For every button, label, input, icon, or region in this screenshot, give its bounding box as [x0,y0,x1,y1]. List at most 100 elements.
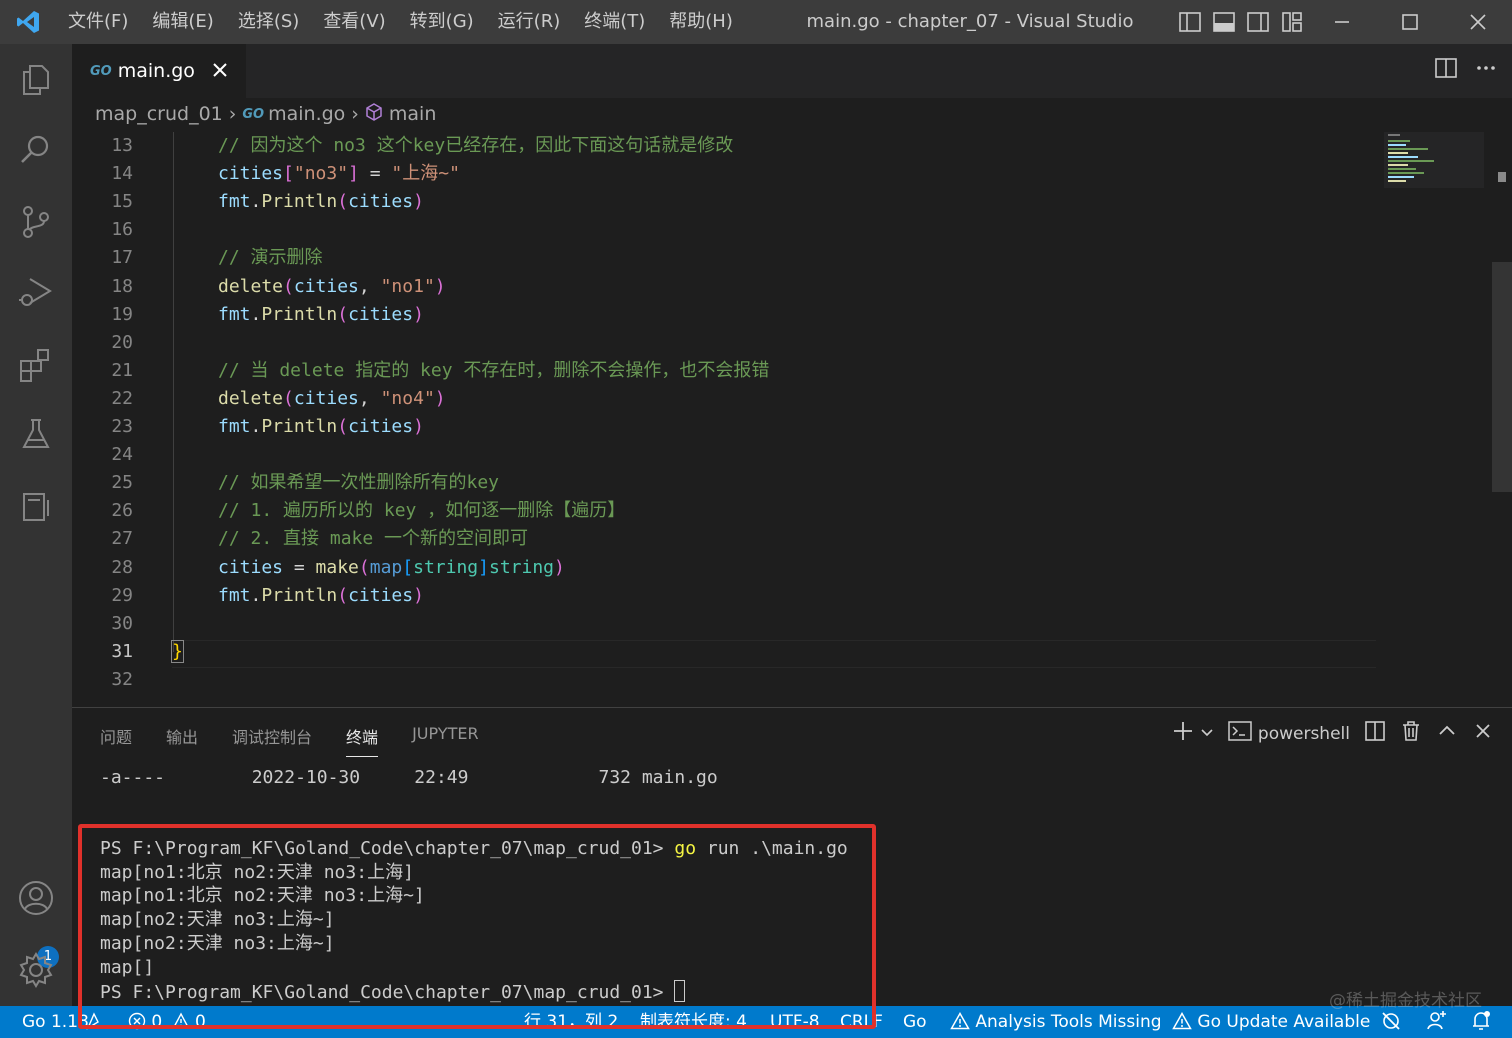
bottom-panel: 问题 输出 调试控制台 终端 JUPYTER powershell -a----… [72,707,1512,1029]
close-window-icon[interactable] [1444,0,1512,44]
code-token: ) [434,275,446,297]
code-token: ] [478,556,489,578]
menu-bar: 文件(F) 编辑(E) 选择(S) 查看(V) 转到(G) 运行(R) 终端(T… [56,0,745,44]
code-text: fmt.Println(cities) [218,188,424,216]
menu-selection[interactable]: 选择(S) [226,0,311,44]
code-token: delete [218,387,284,409]
tab-main-go[interactable]: GO main.go [72,44,246,98]
maximize-panel-chevron-up-icon[interactable] [1436,720,1458,747]
toggle-panel-icon[interactable] [1212,10,1236,34]
close-panel-icon[interactable] [1472,720,1494,747]
code-token: ( [337,191,349,213]
toggle-secondary-sidebar-icon[interactable] [1246,10,1270,34]
tab-jupyter[interactable]: JUPYTER [412,724,479,757]
line-number: 19 [111,303,133,325]
code-text: // 如果希望一次性删除所有的key [218,469,499,497]
search-icon[interactable] [0,122,72,178]
code-text: delete(cities, "no4") [218,385,446,413]
kill-terminal-trash-icon[interactable] [1400,720,1422,747]
line-number: 14 [111,163,133,185]
source-control-icon[interactable] [0,194,72,250]
code-token: ) [413,584,424,606]
highlight-annotation-box [78,824,876,1029]
split-terminal-icon[interactable] [1364,720,1386,747]
code-token: // 1. 遍历所以的 key ，如何逐一删除【遍历】 [218,500,626,522]
tab-label: main.go [117,60,195,82]
code-token: . [250,416,262,437]
menu-edit[interactable]: 编辑(E) [140,0,225,44]
line-number: 15 [111,191,133,213]
code-editor[interactable]: 13 // 因为这个 no3 这个key已经存在，因此下面这句话就是修改 14 cit… [72,132,1512,706]
code-text: fmt.Println(cities) [218,413,424,441]
more-actions-icon[interactable] [1474,56,1498,84]
close-tab-icon[interactable] [206,56,234,84]
extensions-icon[interactable] [0,336,72,392]
line-number: 30 [111,612,133,634]
code-token: [ [283,163,294,185]
code-line: 26 // 1. 遍历所以的 key ，如何逐一删除【遍历】 [72,497,1382,525]
code-token: cities [293,275,359,297]
code-token: map [369,556,403,578]
code-token: Println [261,416,338,437]
code-text: // 因为这个 no3 这个key已经存在，因此下面这句话就是修改 [218,132,733,160]
code-line: 25 // 如果希望一次性删除所有的key [72,469,1382,497]
code-text: cities = make(map[string]string) [218,554,565,582]
tab-output[interactable]: 输出 [166,724,198,757]
editor-scrollbar[interactable] [1492,262,1512,492]
code-line: 29 fmt.Println(cities) [72,582,1382,610]
code-token: ) [554,556,565,578]
code-text: cities["no3"] = "上海~" [218,160,460,188]
code-token: ( [337,303,349,325]
analysis-tools-status[interactable]: Analysis Tools Missing [950,1006,1162,1038]
customize-layout-icon[interactable] [1280,10,1304,34]
code-token: cities [293,387,359,409]
code-token: = [283,556,316,578]
code-token: // 演示删除 [218,247,323,269]
overview-ruler-marker [1498,172,1506,182]
menu-view[interactable]: 查看(V) [311,0,397,44]
terminal-name[interactable]: powershell [1258,724,1350,744]
code-token: // 如果希望一次性删除所有的key [218,472,500,494]
chevron-down-icon[interactable] [1200,724,1214,744]
language-mode[interactable]: Go [903,1006,927,1038]
tab-debug-console[interactable]: 调试控制台 [232,724,312,757]
code-line: 19 fmt.Println(cities) [72,301,1382,329]
minimap[interactable] [1384,132,1484,192]
chevron-right-icon: › [351,103,359,125]
minimize-icon[interactable] [1308,0,1376,44]
line-number: 28 [111,556,133,578]
code-line: 31} [72,638,1382,666]
testing-icon[interactable] [0,406,72,462]
breadcrumb-folder[interactable]: map_crud_01 [95,103,223,125]
explorer-icon[interactable] [0,52,72,108]
split-editor-icon[interactable] [1434,56,1458,84]
menu-help[interactable]: 帮助(H) [657,0,745,44]
code-token: fmt [218,303,251,325]
code-token: delete [218,275,284,297]
menu-terminal[interactable]: 终端(T) [572,0,657,44]
breadcrumb-file[interactable]: main.go [268,103,345,125]
code-token: cities [218,163,284,185]
menu-go[interactable]: 转到(G) [398,0,486,44]
remote-explorer-icon[interactable] [0,478,72,534]
menu-run[interactable]: 运行(R) [486,0,573,44]
breadcrumb-symbol[interactable]: main [389,103,436,125]
run-debug-icon[interactable] [0,264,72,320]
menu-file[interactable]: 文件(F) [56,0,140,44]
terminal-listing-line: -a---- 2022-10-30 22:49 732 main.go [100,767,718,788]
toggle-primary-sidebar-icon[interactable] [1178,10,1202,34]
manage-gear-icon[interactable] [0,942,72,998]
code-token: cities [218,556,284,578]
line-number: 22 [111,387,133,409]
line-number: 29 [111,584,133,606]
accounts-icon[interactable] [0,870,72,926]
tab-problems[interactable]: 问题 [100,724,132,757]
code-token: fmt [218,416,251,437]
maximize-icon[interactable] [1376,0,1444,44]
tab-terminal[interactable]: 终端 [346,724,379,757]
new-terminal-icon[interactable] [1172,720,1194,747]
code-token: // 当 delete 指定的 key 不存在时，删除不会操作，也不会报错 [218,359,770,381]
editor-actions [1434,56,1498,84]
line-number: 27 [111,528,133,550]
code-token: fmt [218,191,251,213]
